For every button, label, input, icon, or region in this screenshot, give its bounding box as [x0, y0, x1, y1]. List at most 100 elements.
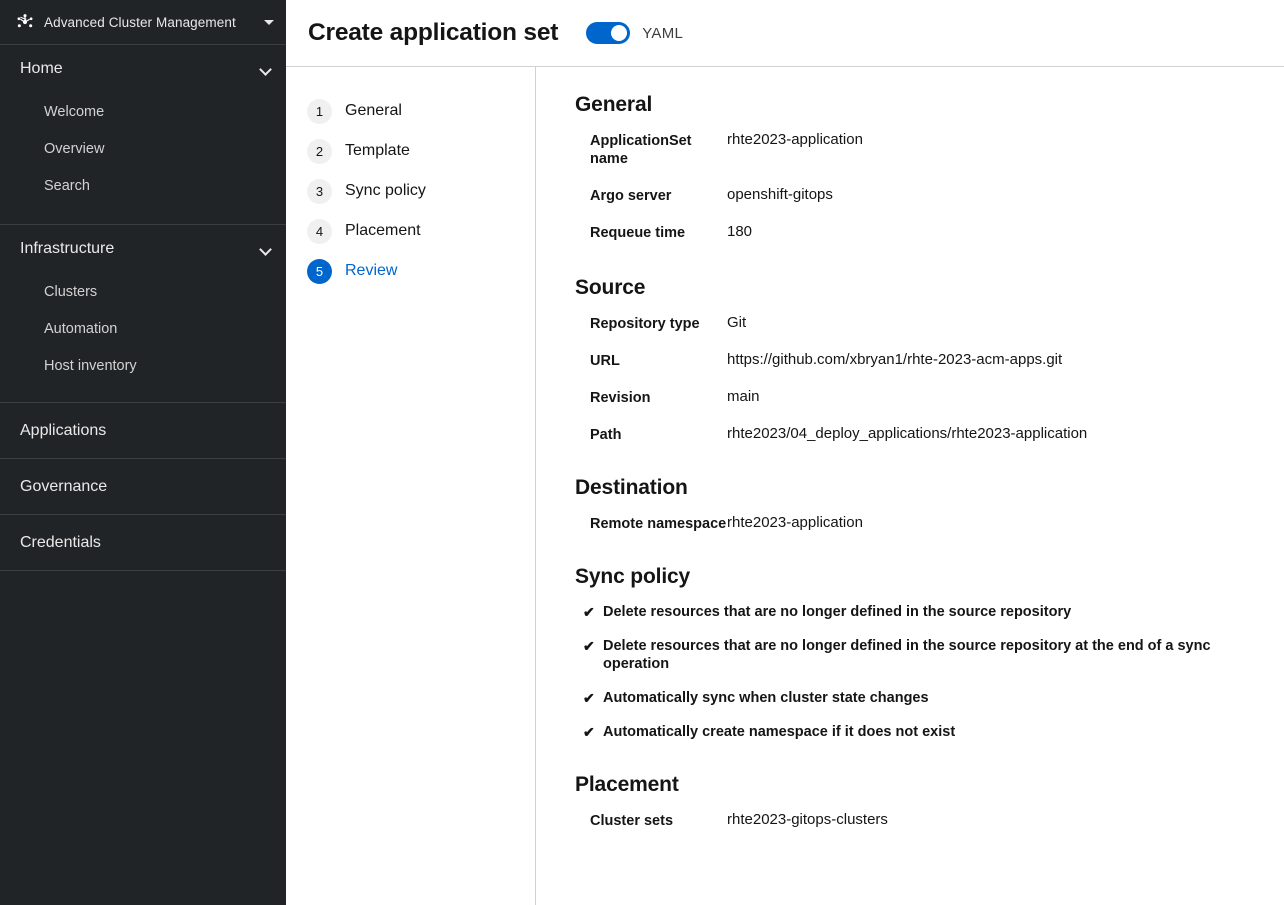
sidebar-item-label: Welcome — [44, 103, 105, 120]
masthead[interactable]: Advanced Cluster Management — [0, 0, 286, 45]
field-argo-server: Argo server openshift-gitops — [575, 186, 1254, 205]
field-label: Cluster sets — [590, 813, 674, 829]
sync-policy-list: ✔ Delete resources that are no longer de… — [575, 603, 1254, 741]
sidebar-item-search[interactable]: Search — [0, 167, 286, 204]
list-item-label: Delete resources that are no longer defi… — [603, 604, 1072, 620]
cluster-star-icon — [16, 13, 34, 31]
field-label: Requeue time — [590, 225, 686, 241]
sidebar-item-label: Applications — [20, 421, 107, 439]
wizard-step-general[interactable]: 1 General — [286, 91, 535, 131]
sidebar-item-clusters[interactable]: Clusters — [0, 273, 286, 310]
field-value: Git — [727, 314, 747, 331]
app-root: Advanced Cluster Management Home Welcome… — [0, 0, 1284, 905]
step-number: 1 — [307, 98, 332, 124]
sidebar-item-automation[interactable]: Automation — [0, 310, 286, 347]
sidebar-item-welcome[interactable]: Welcome — [0, 93, 286, 130]
sidebar-item-governance[interactable]: Governance — [0, 459, 286, 515]
review-content: General ApplicationSet name rhte2023-app… — [536, 67, 1284, 905]
sidebar-item-overview[interactable]: Overview — [0, 130, 286, 167]
step-label: General — [345, 102, 402, 119]
sidebar-section-label: Infrastructure — [20, 240, 115, 257]
step-number: 3 — [307, 178, 332, 204]
toggle-knob — [611, 25, 628, 41]
nav-group-home: Home Welcome Overview Search — [0, 45, 286, 225]
sidebar-section-infrastructure[interactable]: Infrastructure — [0, 225, 286, 273]
wizard-step-template[interactable]: 2 Template — [286, 131, 535, 171]
wizard-step-sync-policy[interactable]: 3 Sync policy — [286, 171, 535, 211]
field-repository-type: Repository type Git — [575, 314, 1254, 333]
field-requeue-time: Requeue time 180 — [575, 223, 1254, 242]
field-label: Argo server — [590, 188, 672, 204]
wizard-steps: 1 General 2 Template 3 Sync policy 4 Pla… — [286, 67, 536, 905]
field-label: Path — [590, 427, 622, 443]
masthead-title: Advanced Cluster Management — [44, 14, 236, 30]
wizard-step-placement[interactable]: 4 Placement — [286, 211, 535, 251]
field-value: rhte2023/04_deploy_applications/rhte2023… — [727, 425, 1088, 442]
field-value: main — [727, 388, 760, 405]
list-item-label: Automatically create namespace if it doe… — [603, 724, 956, 740]
field-value: rhte2023-gitops-clusters — [727, 811, 888, 828]
field-label: URL — [590, 353, 620, 369]
section-title-source: Source — [575, 276, 646, 299]
field-value: https://github.com/xbryan1/rhte-2023-acm… — [727, 351, 1063, 368]
sidebar-section-label: Home — [20, 60, 63, 77]
sidebar-item-label: Governance — [20, 477, 108, 495]
caret-down-icon[interactable] — [264, 19, 274, 25]
step-label: Sync policy — [345, 182, 426, 199]
list-item: ✔ Delete resources that are no longer de… — [583, 603, 1254, 621]
yaml-toggle-group: YAML — [586, 22, 683, 44]
field-cluster-sets: Cluster sets rhte2023-gitops-clusters — [575, 811, 1254, 830]
sidebar-item-label: Automation — [44, 320, 118, 337]
section-title-placement: Placement — [575, 773, 679, 796]
sidebar-item-credentials[interactable]: Credentials — [0, 515, 286, 571]
nav-group-infrastructure: Infrastructure Clusters Automation Host … — [0, 225, 286, 403]
field-label: Repository type — [590, 316, 700, 332]
sidebar-item-host-inventory[interactable]: Host inventory — [0, 347, 286, 384]
check-icon: ✔ — [583, 690, 595, 706]
field-remote-namespace: Remote namespace rhte2023-application — [575, 514, 1254, 533]
step-number: 4 — [307, 218, 332, 244]
yaml-toggle-label: YAML — [642, 24, 684, 42]
list-item: ✔ Delete resources that are no longer de… — [583, 637, 1254, 673]
field-value: rhte2023-application — [727, 131, 863, 148]
field-applicationset-name: ApplicationSet name rhte2023-application — [575, 131, 1254, 168]
section-title-sync-policy: Sync policy — [575, 565, 691, 588]
sidebar: Advanced Cluster Management Home Welcome… — [0, 0, 286, 905]
sidebar-item-label: Credentials — [20, 533, 101, 551]
sidebar-item-label: Host inventory — [44, 357, 137, 374]
field-value: rhte2023-application — [727, 514, 863, 531]
sidebar-item-label: Overview — [44, 140, 105, 157]
field-path: Path rhte2023/04_deploy_applications/rht… — [575, 425, 1254, 444]
chevron-down-icon[interactable] — [261, 64, 272, 75]
check-icon: ✔ — [583, 638, 595, 654]
sidebar-item-applications[interactable]: Applications — [0, 403, 286, 459]
field-label: Remote namespace — [590, 516, 727, 532]
step-label: Review — [345, 262, 398, 279]
check-icon: ✔ — [583, 604, 595, 620]
field-url: URL https://github.com/xbryan1/rhte-2023… — [575, 351, 1254, 370]
step-label: Placement — [345, 222, 421, 239]
field-label: ApplicationSet name — [590, 133, 692, 167]
page-header: Create application set YAML — [286, 0, 1284, 67]
wizard-step-review[interactable]: 5 Review — [286, 251, 535, 291]
step-number: 2 — [307, 138, 332, 164]
step-label: Template — [345, 142, 410, 159]
wizard-body: 1 General 2 Template 3 Sync policy 4 Pla… — [286, 67, 1284, 905]
section-title-general: General — [575, 93, 653, 116]
chevron-down-icon[interactable] — [261, 244, 272, 255]
section-title-destination: Destination — [575, 476, 688, 499]
sidebar-section-home[interactable]: Home — [0, 45, 286, 93]
check-icon: ✔ — [583, 724, 595, 740]
sidebar-item-label: Clusters — [44, 283, 98, 300]
main-area: Create application set YAML 1 General 2 … — [286, 0, 1284, 905]
step-number: 5 — [307, 258, 332, 284]
list-item: ✔ Automatically create namespace if it d… — [583, 723, 1254, 741]
field-revision: Revision main — [575, 388, 1254, 407]
sidebar-item-label: Search — [44, 177, 90, 194]
page-title: Create application set — [308, 19, 559, 46]
yaml-toggle-switch[interactable] — [586, 22, 631, 44]
field-label: Revision — [590, 390, 651, 406]
field-value: 180 — [727, 223, 753, 240]
list-item-label: Delete resources that are no longer defi… — [603, 638, 1211, 672]
